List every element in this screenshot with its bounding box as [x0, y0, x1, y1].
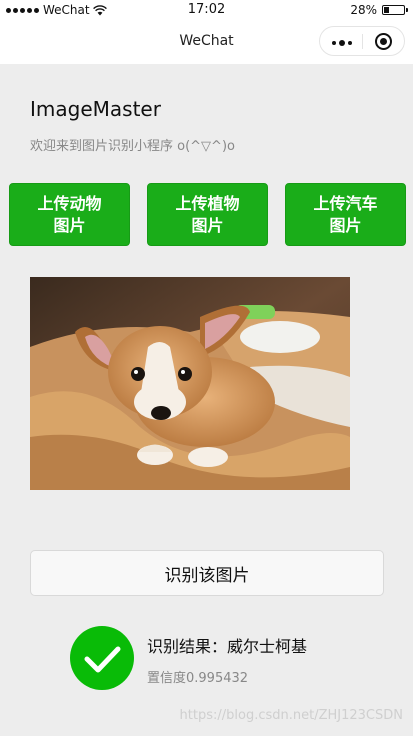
close-icon[interactable] [375, 33, 392, 50]
mini-program-screen: WeChat 17:02 28% WeChat ImageMaster 欢迎来到… [0, 0, 413, 736]
app-subtitle: 欢迎来到图片识别小程序 o(^▽^)o [30, 139, 235, 154]
menu-capsule [319, 26, 405, 56]
navigation-bar: WeChat [0, 20, 413, 64]
watermark: https://blog.csdn.net/ZHJ123CSDN [179, 708, 403, 723]
upload-car-button[interactable]: 上传汽车 图片 [285, 183, 406, 246]
capsule-divider [362, 34, 363, 49]
more-icon[interactable] [332, 40, 352, 46]
success-check-icon [70, 626, 134, 690]
preview-image [30, 277, 350, 490]
battery-icon [382, 5, 408, 15]
upload-animal-button[interactable]: 上传动物 图片 [9, 183, 130, 246]
status-right: 28% [350, 3, 408, 17]
app-title: ImageMaster [30, 97, 161, 121]
upload-plant-button[interactable]: 上传植物 图片 [147, 183, 268, 246]
recognize-button[interactable]: 识别该图片 [30, 550, 384, 596]
battery-percent: 28% [350, 3, 377, 17]
recognition-result: 识别结果：威尔士柯基 [147, 637, 308, 656]
corgi-photo [30, 277, 350, 490]
confidence-value: 置信度0.995432 [147, 671, 249, 686]
status-bar: WeChat 17:02 28% [0, 0, 413, 20]
